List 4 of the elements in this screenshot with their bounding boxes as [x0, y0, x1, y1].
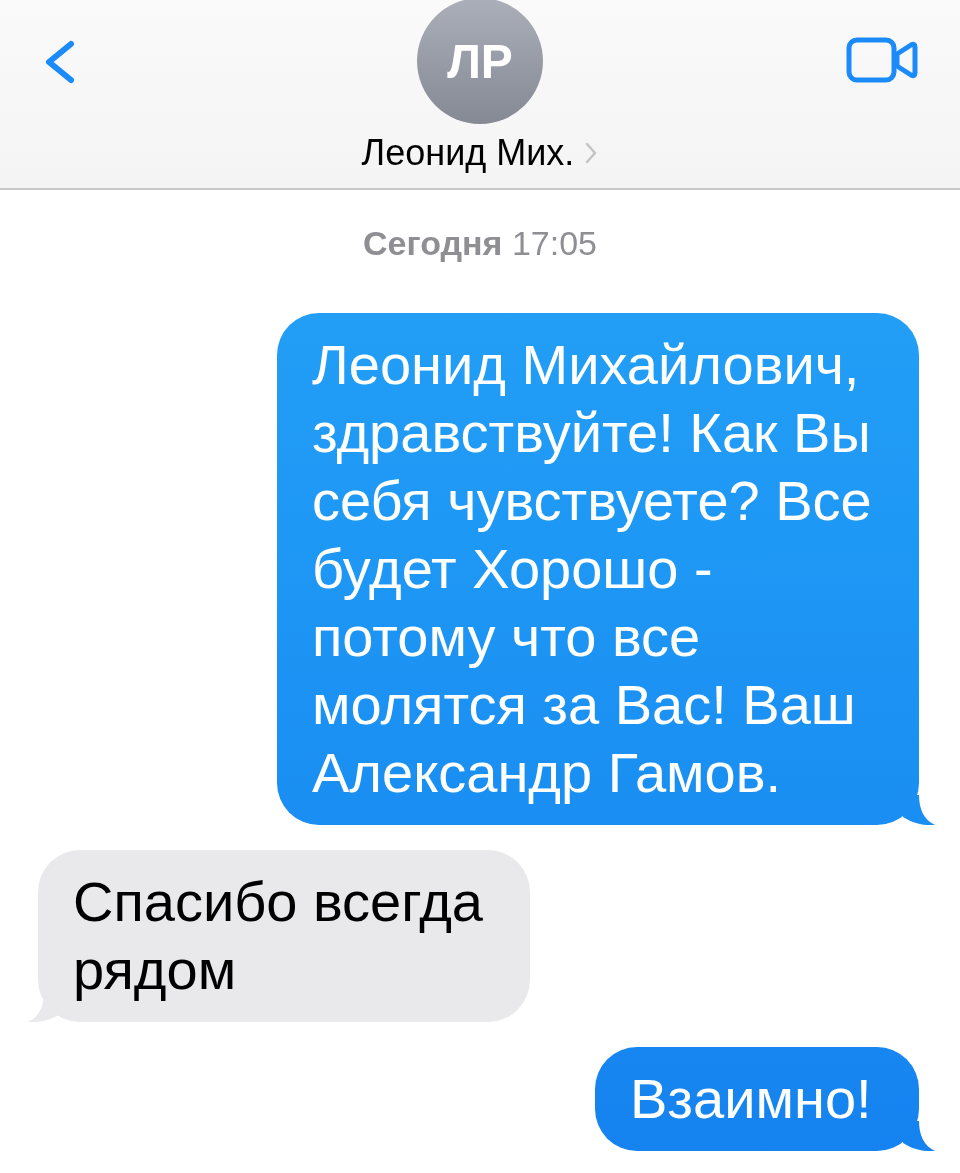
- timestamp: Сегодня 17:05: [363, 223, 597, 263]
- chevron-right-icon: [584, 141, 599, 165]
- video-camera-icon[interactable]: [846, 37, 918, 83]
- contact-name-button[interactable]: Леонид Мих.: [361, 132, 599, 174]
